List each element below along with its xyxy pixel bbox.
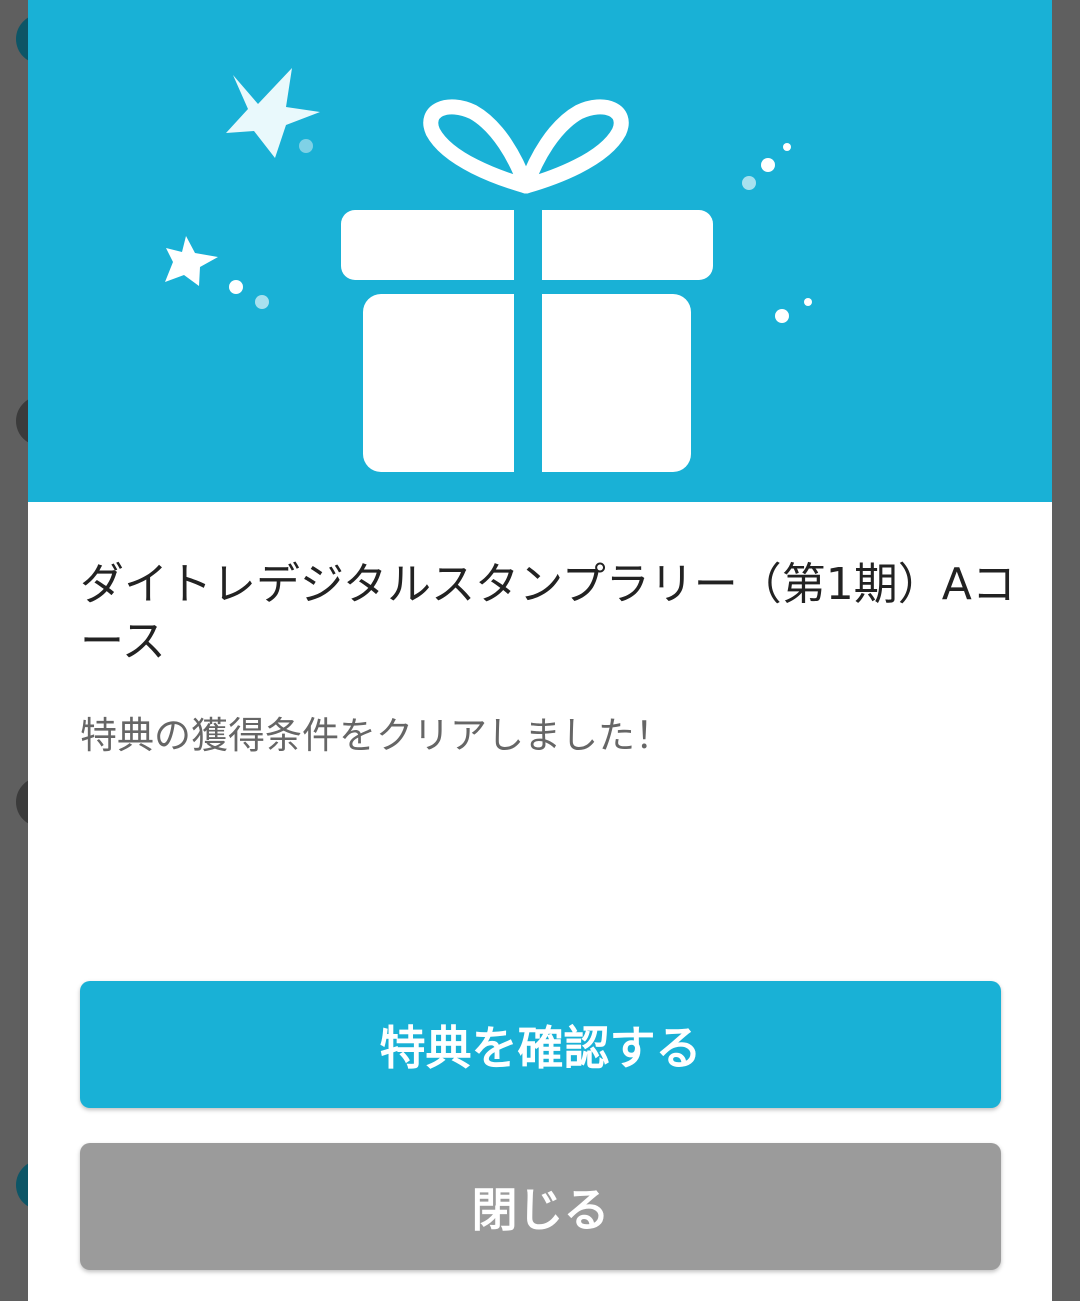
hero-banner	[28, 0, 1052, 502]
view-reward-button[interactable]: 特典を確認する	[80, 981, 1001, 1108]
close-button[interactable]: 閉じる	[80, 1143, 1001, 1270]
gift-icon	[341, 99, 713, 480]
hero-illustration	[165, 68, 812, 480]
dialog-title: ダイトレデジタルスタンプラリー（第1期）Aコース	[80, 559, 1016, 667]
dialog-message: 特典の獲得条件をクリアしました！	[80, 714, 672, 757]
reward-dialog: ダイトレデジタルスタンプラリー（第1期）Aコース 特典の獲得条件をクリアしました…	[28, 0, 1052, 1301]
star-icon	[165, 236, 218, 286]
